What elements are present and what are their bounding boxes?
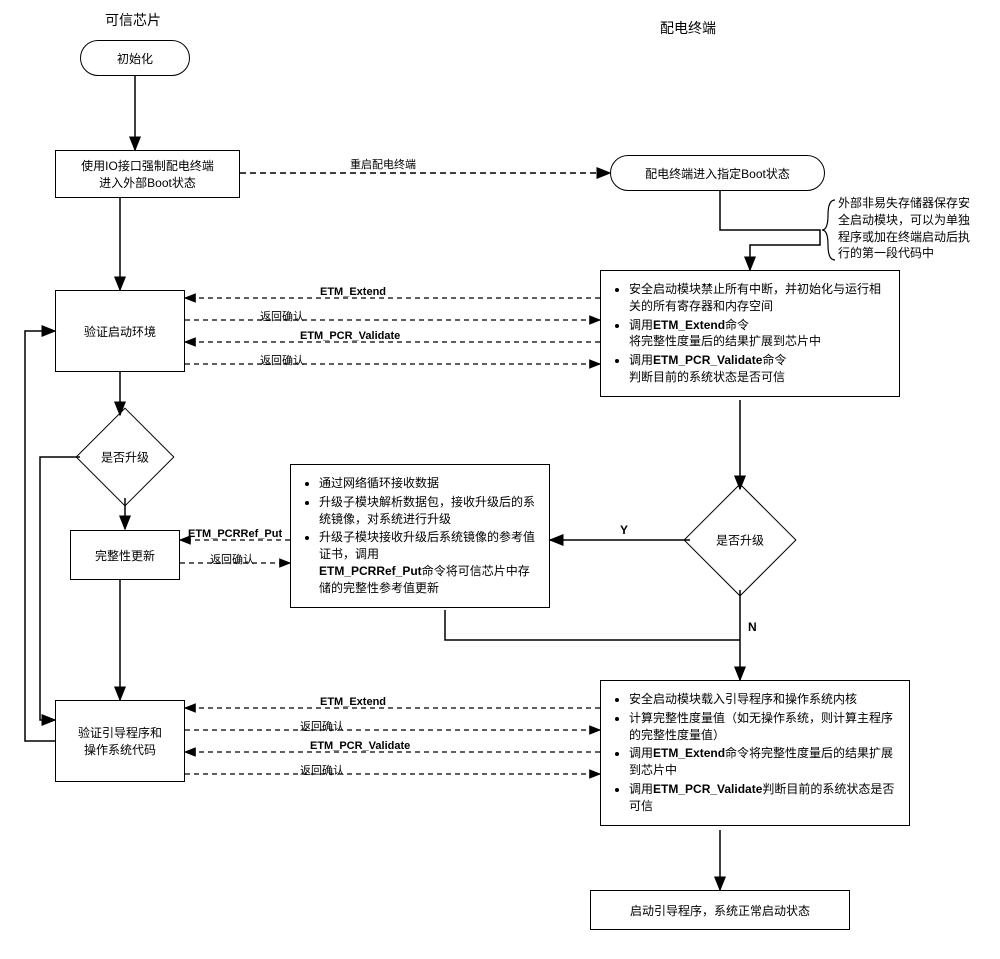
bullet: 安全启动模块载入引导程序和操作系统内核 — [629, 691, 899, 708]
msg-etm-pcr-validate: ETM_PCR_Validate — [300, 330, 400, 342]
msg-etm-extend: ETM_Extend — [320, 696, 386, 708]
msg-ack: 返回确认 — [260, 352, 304, 368]
node-label: 验证引导程序和 操作系统代码 — [78, 724, 162, 758]
node-label: 初始化 — [117, 50, 153, 67]
node-integrity-update: 完整性更新 — [70, 530, 180, 580]
box-load-os: 安全启动模块载入引导程序和操作系统内核 计算完整性度量值（如无操作系统，则计算主… — [600, 680, 910, 826]
node-io-boot: 使用IO接口强制配电终端 进入外部Boot状态 — [55, 150, 240, 198]
node-final: 启动引导程序，系统正常启动状态 — [590, 890, 850, 930]
node-label: 验证启动环境 — [84, 323, 156, 340]
msg-ack: 返回确认 — [210, 551, 254, 567]
decision-label: 是否升级 — [716, 532, 764, 549]
note-storage: 外部非易失存储器保存安 全启动模块，可以为单独 程序或加在终端启动后执 行的第一… — [838, 195, 998, 262]
msg-ack: 返回确认 — [260, 308, 304, 324]
node-enter-boot: 配电终端进入指定Boot状态 — [610, 155, 825, 191]
bullet: 调用ETM_PCR_Validate判断目前的系统状态是否可信 — [629, 781, 899, 815]
node-label: 启动引导程序，系统正常启动状态 — [630, 902, 810, 919]
branch-y: Y — [620, 523, 628, 537]
msg-etm-pcrref-put: ETM_PCRRef_Put — [188, 528, 282, 540]
bullet: 升级子模块接收升级后系统镜像的参考值证书，调用ETM_PCRRef_Put命令将… — [319, 529, 539, 596]
msg-ack: 返回确认 — [300, 718, 344, 734]
bullet: 通过网络循环接收数据 — [319, 475, 539, 492]
node-label: 配电终端进入指定Boot状态 — [645, 165, 790, 182]
bullet: 调用ETM_Extend命令将完整性度量后的结果扩展到芯片中 — [629, 317, 889, 351]
lane-header-left: 可信芯片 — [105, 10, 161, 30]
msg-etm-pcr-validate: ETM_PCR_Validate — [310, 740, 410, 752]
msg-ack: 返回确认 — [300, 762, 344, 778]
bullet: 计算完整性度量值（如无操作系统，则计算主程序的完整性度量值） — [629, 710, 899, 744]
node-verify-boot-os: 验证引导程序和 操作系统代码 — [55, 700, 185, 782]
node-verify-env: 验证启动环境 — [55, 290, 185, 372]
bullet: 调用ETM_PCR_Validate命令判断目前的系统状态是否可信 — [629, 352, 889, 386]
node-label: 使用IO接口强制配电终端 进入外部Boot状态 — [81, 157, 214, 191]
box-upgrade-detail: 通过网络循环接收数据 升级子模块解析数据包，接收升级后的系统镜像，对系统进行升级… — [290, 464, 550, 608]
node-init: 初始化 — [80, 40, 190, 76]
lane-header-right: 配电终端 — [660, 18, 716, 38]
msg-etm-extend: ETM_Extend — [320, 286, 386, 298]
decision-label: 是否升级 — [101, 449, 149, 466]
node-label: 完整性更新 — [95, 547, 155, 564]
node-upgrade-decision-left: 是否升级 — [90, 422, 160, 492]
node-upgrade-decision-right: 是否升级 — [700, 500, 780, 580]
box-secure-boot-init: 安全启动模块禁止所有中断，并初始化与运行相关的所有寄存器和内存空间 调用ETM_… — [600, 270, 900, 397]
bullet: 安全启动模块禁止所有中断，并初始化与运行相关的所有寄存器和内存空间 — [629, 281, 889, 315]
branch-n: N — [748, 620, 757, 634]
bullet: 调用ETM_Extend命令将完整性度量后的结果扩展到芯片中 — [629, 745, 899, 779]
bullet: 升级子模块解析数据包，接收升级后的系统镜像，对系统进行升级 — [319, 494, 539, 528]
msg-reboot: 重启配电终端 — [350, 156, 416, 172]
